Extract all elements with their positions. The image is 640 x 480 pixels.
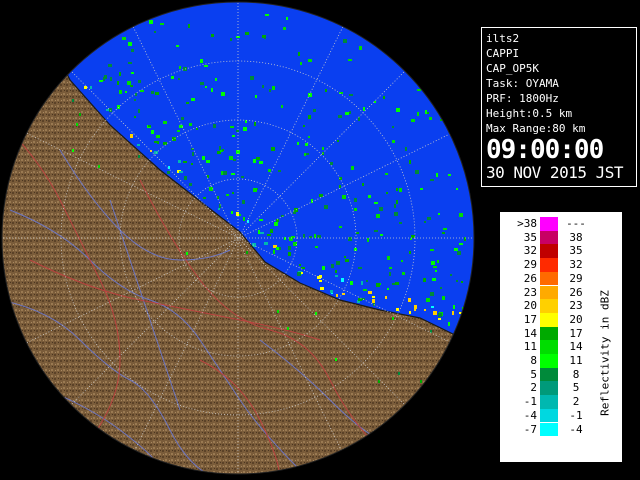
legend-row: 25 xyxy=(501,381,591,396)
legend-swatch xyxy=(540,258,558,272)
legend-low-value: 20 xyxy=(523,299,537,313)
radar-map[interactable] xyxy=(0,0,478,480)
legend-swatch xyxy=(540,367,558,382)
legend-row: 20 23 xyxy=(501,299,591,313)
legend-low-value: 14 xyxy=(523,326,537,340)
legend-row: >38 --- xyxy=(501,217,591,231)
legend-high-value: -4 xyxy=(569,422,583,436)
legend-swatch xyxy=(540,354,558,368)
legend-swatch xyxy=(540,395,558,409)
legend-row: 29 32 xyxy=(501,258,591,272)
legend-high-value: --- xyxy=(566,217,586,230)
prf-value: PRF: 1800Hz xyxy=(486,92,559,105)
legend-swatch xyxy=(540,422,558,437)
legend-high-value: 2 xyxy=(572,395,580,409)
legend-row: 32 35 xyxy=(501,244,591,259)
legend-swatch xyxy=(540,312,558,327)
station-name: ilts2 xyxy=(486,32,520,45)
legend-high-value: 26 xyxy=(569,285,583,299)
legend-low-value: 26 xyxy=(523,271,537,285)
legend-row: -4 -1 xyxy=(501,408,591,423)
legend-swatch xyxy=(540,381,558,396)
legend-low-value: 32 xyxy=(523,244,537,258)
legend-row: 26 29 xyxy=(501,271,591,286)
legend-row: 11 14 xyxy=(501,340,591,354)
height-value: Height:0.5 km xyxy=(486,107,573,120)
legend-low-value: -4 xyxy=(523,408,537,422)
legend-swatch xyxy=(540,408,558,423)
max-range-value: Max Range:80 km xyxy=(486,122,586,135)
legend-high-value: 23 xyxy=(569,299,583,313)
reflectivity-legend: >38 --- 35 38 32 35 29 32 26 29 23 26 20 23 17 20 14 17 11… xyxy=(500,212,622,462)
legend-row: 17 20 xyxy=(501,312,591,327)
legend-low-value: 5 xyxy=(530,367,537,381)
legend-swatch xyxy=(540,326,558,341)
legend-row: 35 38 xyxy=(501,230,591,245)
legend-low-value: 23 xyxy=(523,285,537,299)
legend-low-value: -1 xyxy=(523,395,537,409)
legend-high-value: 5 xyxy=(572,381,580,395)
legend-row: 14 17 xyxy=(501,326,591,341)
legend-high-value: 38 xyxy=(569,230,583,244)
legend-low-value: 8 xyxy=(530,354,537,367)
legend-low-value: 35 xyxy=(523,230,537,244)
observation-date: 30 NOV 2015 JST xyxy=(486,163,624,182)
product-type: CAPPI xyxy=(486,47,520,60)
legend-low-value: 29 xyxy=(523,258,537,272)
legend-row: 23 26 xyxy=(501,285,591,300)
legend-high-value: 35 xyxy=(569,244,583,258)
legend-high-value: 17 xyxy=(569,326,583,340)
legend-swatch xyxy=(540,271,558,286)
legend-high-value: 8 xyxy=(572,367,580,381)
legend-swatch xyxy=(540,285,558,300)
legend-high-value: 14 xyxy=(569,340,583,354)
legend-swatch xyxy=(540,230,558,245)
observation-time: 09:00:00 xyxy=(486,135,604,165)
legend-high-value: 11 xyxy=(569,354,583,367)
legend-swatch xyxy=(540,299,558,313)
legend-high-value: 29 xyxy=(569,271,583,285)
info-panel: ilts2 CAPPI CAP_OP5K Task: OYAMA PRF: 18… xyxy=(481,27,637,187)
legend-high-value: -1 xyxy=(569,408,583,422)
legend-swatch xyxy=(540,217,558,231)
legend-low-value: 2 xyxy=(530,381,537,395)
legend-swatch xyxy=(540,340,558,354)
legend-unit-label: Reflectivity in dBZ xyxy=(595,253,615,453)
legend-low-value: 11 xyxy=(523,340,537,354)
legend-low-value: >38 xyxy=(517,217,537,230)
legend-swatch xyxy=(540,244,558,259)
task-name: Task: OYAMA xyxy=(486,77,559,90)
legend-low-value: 17 xyxy=(523,312,537,326)
product-code: CAP_OP5K xyxy=(486,62,539,75)
legend-high-value: 20 xyxy=(569,312,583,326)
legend-row: -7 -4 xyxy=(501,422,591,437)
legend-row: -1 2 xyxy=(501,395,591,409)
legend-low-value: -7 xyxy=(523,422,537,436)
legend-unit-text: Reflectivity in dBZ xyxy=(598,290,612,416)
legend-high-value: 32 xyxy=(569,258,583,272)
legend-row: 8 11 xyxy=(501,354,591,368)
legend-row: 58 xyxy=(501,367,591,382)
